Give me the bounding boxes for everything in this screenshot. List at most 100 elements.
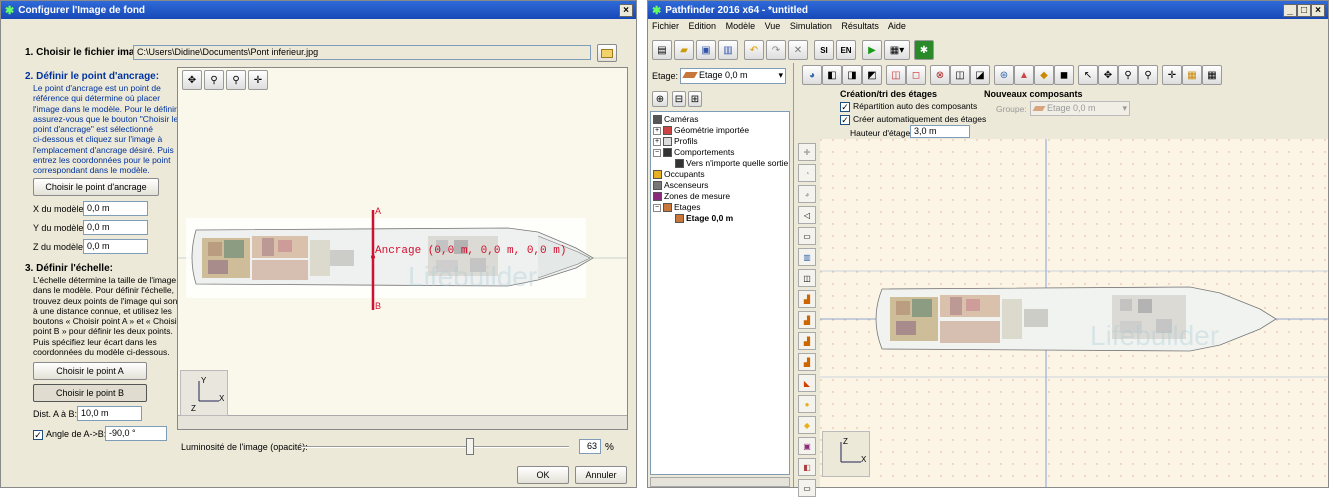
en-button[interactable]: EN: [836, 40, 856, 60]
menu-fichier[interactable]: Fichier: [652, 21, 679, 31]
tree-item-floors[interactable]: − Etages: [653, 202, 787, 213]
auto-create-checkbox[interactable]: ✓: [840, 114, 850, 125]
tree-item-floor-0[interactable]: Etage 0,0 m: [653, 213, 787, 224]
occupant-add-icon[interactable]: ●: [798, 395, 816, 413]
grid-icon[interactable]: ▦: [1182, 65, 1202, 85]
ok-button[interactable]: OK: [517, 466, 569, 484]
select-icon[interactable]: ↖: [1078, 65, 1098, 85]
room-icon[interactable]: ◁: [798, 206, 816, 224]
camera-view-icon[interactable]: ◼: [1054, 65, 1074, 85]
choose-anchor-button[interactable]: Choisir le point d'ancrage: [33, 178, 159, 196]
globe-icon[interactable]: ⊛: [994, 65, 1014, 85]
rect-room-icon[interactable]: ▭: [798, 227, 816, 245]
x-field[interactable]: 0,0 m: [83, 201, 148, 216]
si-button[interactable]: SI: [814, 40, 834, 60]
pan-icon[interactable]: ✥: [1098, 65, 1118, 85]
height-field[interactable]: 3,0 m: [910, 125, 970, 138]
view-top-icon[interactable]: ◧: [822, 65, 842, 85]
close-button[interactable]: ×: [1311, 3, 1325, 17]
stair3-icon[interactable]: ▟: [798, 332, 816, 350]
undo-icon[interactable]: ↶: [744, 40, 764, 60]
tree-item-measure-zones[interactable]: Zones de mesure: [653, 191, 787, 202]
tree-hscroll[interactable]: [650, 477, 790, 487]
tree-filter-icon[interactable]: ⊕: [652, 91, 668, 107]
image-hscroll[interactable]: [178, 415, 627, 429]
geom-icon[interactable]: ▲: [1014, 65, 1034, 85]
group-add-icon[interactable]: ◆: [798, 416, 816, 434]
angle-field[interactable]: -90,0 °: [105, 426, 167, 441]
add-node-icon[interactable]: ✚: [798, 143, 816, 161]
view-iso-icon[interactable]: ◕: [802, 65, 822, 85]
pathfinder-results-icon[interactable]: ✱: [914, 40, 934, 60]
menu-edition[interactable]: Edition: [689, 21, 717, 31]
zoom-box-icon[interactable]: ⚲: [1138, 65, 1158, 85]
new-icon[interactable]: ▤: [652, 40, 672, 60]
tree-item-behaviors[interactable]: − Comportements: [653, 147, 787, 158]
save-as-icon[interactable]: ▥: [718, 40, 738, 60]
door-icon[interactable]: ▥: [798, 248, 816, 266]
tree-item-any-exit[interactable]: Vers n'importe quelle sortie: [653, 158, 788, 169]
menu-simulation[interactable]: Simulation: [790, 21, 832, 31]
measure-tool-icon[interactable]: ▭: [798, 479, 816, 497]
menu-aide[interactable]: Aide: [888, 21, 906, 31]
slider-thumb[interactable]: [465, 438, 474, 455]
browse-folder-button[interactable]: [597, 44, 617, 62]
results-icon[interactable]: ▦▾: [884, 40, 910, 60]
menu-modele[interactable]: Modèle: [726, 21, 756, 31]
wire-icon[interactable]: ◫: [950, 65, 970, 85]
brightness-slider[interactable]: [301, 438, 569, 455]
tool2-icon[interactable]: ◔: [798, 164, 816, 182]
view-side-icon[interactable]: ◩: [862, 65, 882, 85]
expand-all-icon[interactable]: ⊞: [688, 91, 702, 107]
stair4-icon[interactable]: ▟: [798, 353, 816, 371]
tree-item-elevators[interactable]: Ascenseurs: [653, 180, 787, 191]
zoom-icon[interactable]: ⚲: [204, 70, 224, 90]
tree-item-profiles[interactable]: + Profils: [653, 136, 787, 147]
tree-item-cameras[interactable]: Caméras: [653, 114, 787, 125]
floor-view-icon[interactable]: ◫: [886, 65, 906, 85]
open-icon[interactable]: ▰: [674, 40, 694, 60]
grid2-icon[interactable]: ▦: [1202, 65, 1222, 85]
model-canvas[interactable]: Lifebuilder Z X: [820, 139, 1328, 487]
brightness-field[interactable]: 63: [579, 439, 601, 454]
anchor-icon[interactable]: ✛: [1162, 65, 1182, 85]
stair-icon[interactable]: ▟: [798, 290, 816, 308]
zoom-box-icon[interactable]: ⚲: [226, 70, 246, 90]
save-icon[interactable]: ▣: [696, 40, 716, 60]
tree-item-occupants[interactable]: Occupants: [653, 169, 787, 180]
menu-vue[interactable]: Vue: [765, 21, 781, 31]
choose-point-a-button[interactable]: Choisir le point A: [33, 362, 147, 380]
tree-item-geometry[interactable]: + Géométrie importée: [653, 125, 787, 136]
floor-view2-icon[interactable]: ◻: [906, 65, 926, 85]
etage-select[interactable]: Etage 0,0 m ▾: [680, 68, 786, 84]
file-path-field[interactable]: C:\Users\Didine\Documents\Pont inferieur…: [133, 45, 591, 60]
anchor-icon[interactable]: ✛: [248, 70, 268, 90]
maximize-button[interactable]: □: [1297, 3, 1311, 17]
menu-resultats[interactable]: Résultats: [841, 21, 879, 31]
outline-icon[interactable]: ◪: [970, 65, 990, 85]
ship-plan-image[interactable]: Lifebuilder A B Ancrage (0,0 m, 0,0 m, 0…: [178, 90, 628, 430]
ramp-icon[interactable]: ◣: [798, 374, 816, 392]
angle-checkbox[interactable]: ✓: [33, 429, 43, 440]
close-button[interactable]: ×: [619, 3, 633, 17]
occupant-view-icon[interactable]: ◆: [1034, 65, 1054, 85]
z-field[interactable]: 0,0 m: [83, 239, 148, 254]
collapse-all-icon[interactable]: ⊟: [672, 91, 686, 107]
view-front-icon[interactable]: ◨: [842, 65, 862, 85]
choose-point-b-button[interactable]: Choisir le point B: [33, 384, 147, 402]
pan-icon[interactable]: ✥: [182, 70, 202, 90]
cancel-button[interactable]: Annuler: [575, 466, 627, 484]
y-field[interactable]: 0,0 m: [83, 220, 148, 235]
elevator-add-icon[interactable]: ◧: [798, 458, 816, 476]
delete-icon[interactable]: ✕: [788, 40, 808, 60]
run-icon[interactable]: ▶: [862, 40, 882, 60]
render-icon[interactable]: ⊗: [930, 65, 950, 85]
zoom-icon[interactable]: ⚲: [1118, 65, 1138, 85]
redo-icon[interactable]: ↷: [766, 40, 786, 60]
auto-repartition-checkbox[interactable]: ✓: [840, 101, 850, 112]
minimize-button[interactable]: _: [1283, 3, 1297, 17]
thin-door-icon[interactable]: ◫: [798, 269, 816, 287]
dist-field[interactable]: 10,0 m: [77, 406, 142, 421]
measure-add-icon[interactable]: ▣: [798, 437, 816, 455]
tool3-icon[interactable]: ◕: [798, 185, 816, 203]
